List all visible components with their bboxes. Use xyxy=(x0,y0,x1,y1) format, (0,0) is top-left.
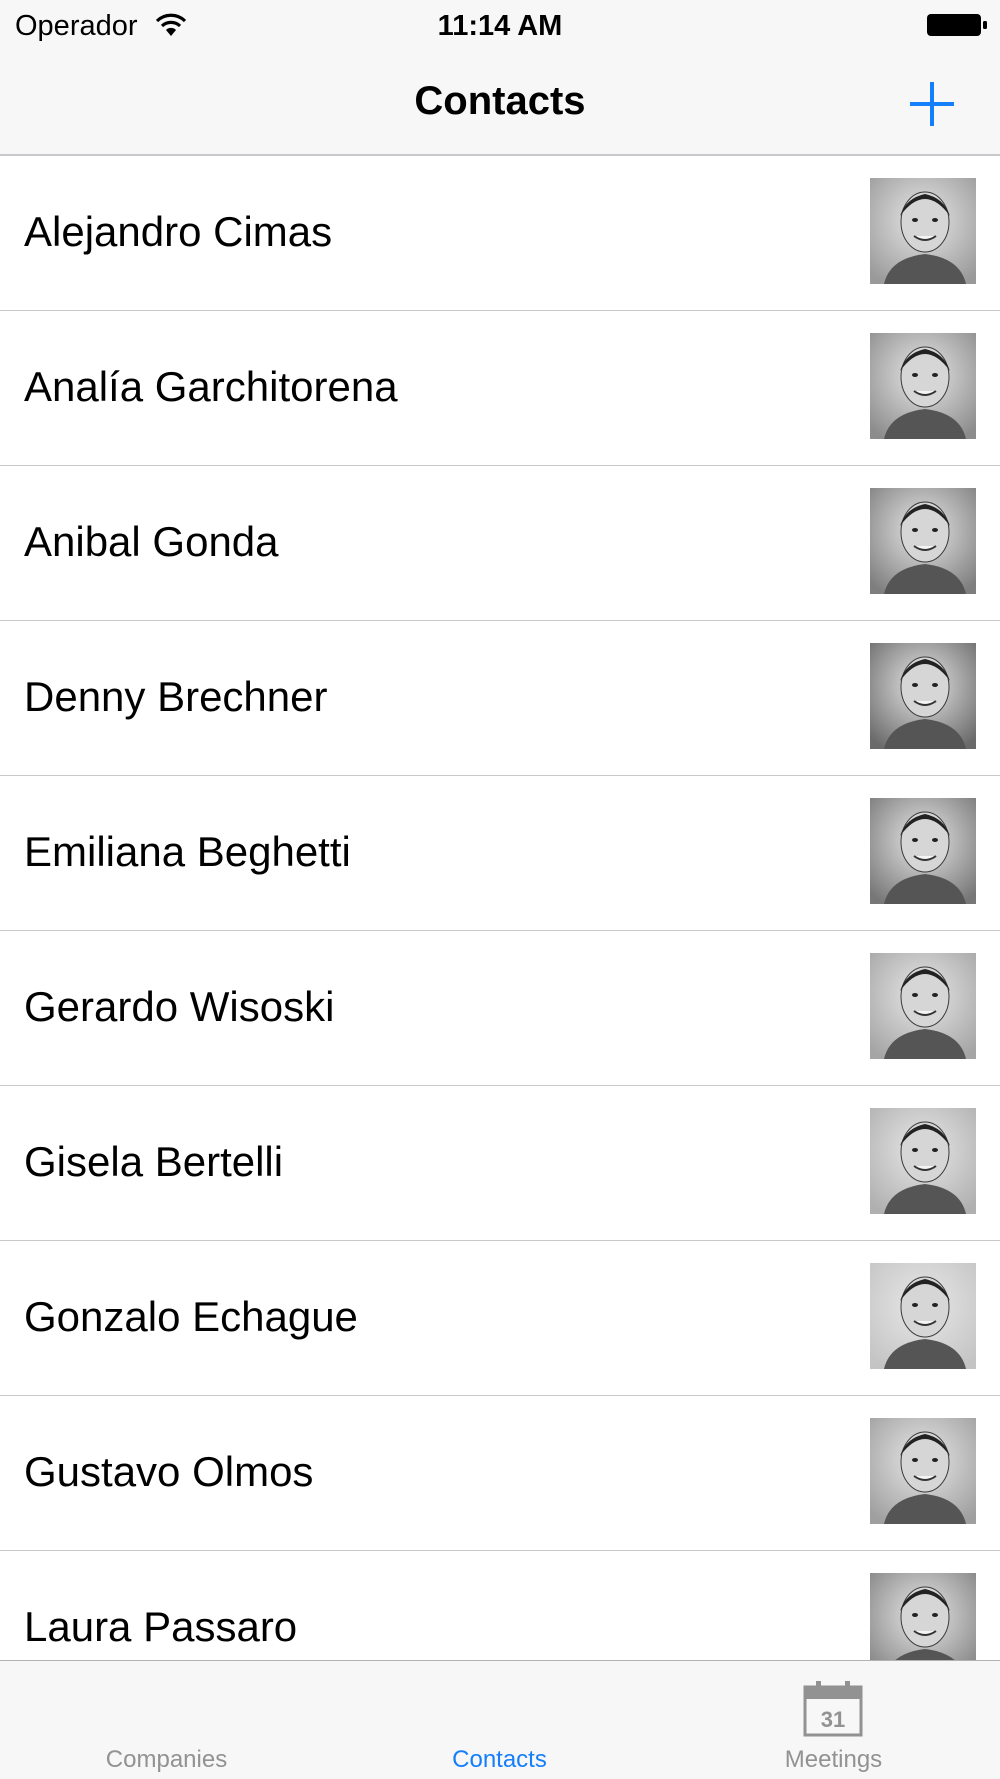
calendar-icon: 31 xyxy=(803,1681,863,1737)
contact-photo xyxy=(870,953,976,1059)
tab-label: Meetings xyxy=(784,1746,883,1773)
tab-label: Companies xyxy=(105,1746,228,1773)
contact-row[interactable]: Denny Brechner xyxy=(0,621,1000,776)
contact-name: Anibal Gonda xyxy=(24,518,279,565)
contact-name: Gonzalo Echague xyxy=(24,1293,358,1340)
contact-name: Denny Brechner xyxy=(24,673,328,720)
tab-companies[interactable]: Companies xyxy=(0,1661,333,1779)
contact-row[interactable]: Anibal Gonda xyxy=(0,466,1000,621)
add-contact-button[interactable] xyxy=(900,72,964,136)
contact-name: Laura Passaro xyxy=(24,1603,298,1650)
contact-photo xyxy=(870,333,976,439)
contact-row[interactable]: Gustavo Olmos xyxy=(0,1396,1000,1551)
tab-contacts[interactable]: Contacts xyxy=(333,1661,666,1779)
tab-bar: Companies Contacts 31 Meetings xyxy=(0,1660,1000,1779)
battery-icon xyxy=(927,14,987,36)
contact-row[interactable]: Gerardo Wisoski xyxy=(0,931,1000,1086)
contact-list[interactable]: Alejandro Cimas Analía Garchitorena Anibal… xyxy=(0,156,1000,1660)
contact-photo xyxy=(870,1108,976,1214)
contact-row[interactable]: Alejandro Cimas xyxy=(0,156,1000,311)
contact-photo xyxy=(870,798,976,904)
contact-row[interactable]: Gisela Bertelli xyxy=(0,1086,1000,1241)
contact-row[interactable]: Laura Passaro xyxy=(0,1551,1000,1660)
contact-photo xyxy=(870,1418,976,1524)
contact-row[interactable]: Gonzalo Echague xyxy=(0,1241,1000,1396)
page-title: Contacts xyxy=(414,79,586,123)
status-time: 11:14 AM xyxy=(437,10,563,42)
tab-label: Contacts xyxy=(452,1746,547,1773)
navigation-bar: Contacts xyxy=(0,52,1000,156)
contact-name: Emiliana Beghetti xyxy=(24,828,351,875)
contact-photo xyxy=(870,643,976,749)
tab-meetings[interactable]: 31 Meetings xyxy=(667,1661,1000,1779)
contact-row[interactable]: Analía Garchitorena xyxy=(0,311,1000,466)
calendar-day-number: 31 xyxy=(821,1707,845,1732)
plus-icon xyxy=(910,82,954,126)
contact-photo xyxy=(870,1263,976,1369)
contact-row[interactable]: Emiliana Beghetti xyxy=(0,776,1000,931)
contact-name: Gustavo Olmos xyxy=(24,1448,314,1495)
contact-photo xyxy=(870,1573,976,1660)
contact-name: Gisela Bertelli xyxy=(24,1138,284,1185)
contact-name: Alejandro Cimas xyxy=(24,208,333,255)
contact-photo xyxy=(870,488,976,594)
contact-photo xyxy=(870,178,976,284)
contact-name: Gerardo Wisoski xyxy=(24,983,335,1030)
status-bar: Operador 11:14 AM xyxy=(0,0,1000,52)
contact-name: Analía Garchitorena xyxy=(24,363,398,410)
